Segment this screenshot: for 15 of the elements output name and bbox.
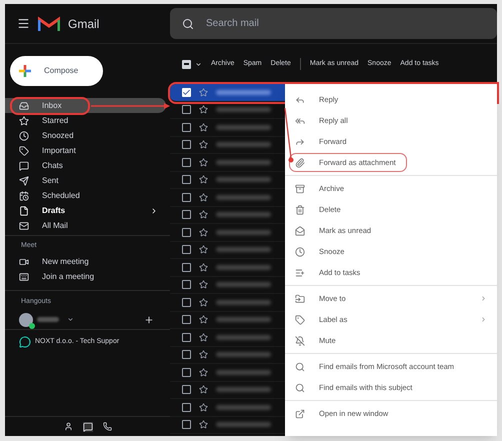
sidebar-item[interactable]: Sent — [5, 173, 166, 188]
app-name: Gmail — [68, 16, 100, 32]
compose-button[interactable]: Compose — [10, 56, 103, 86]
sidebar-item[interactable]: Scheduled — [5, 188, 166, 203]
sidebar-item[interactable]: All Mail — [5, 218, 166, 233]
sidebar-item[interactable]: Chats — [5, 158, 166, 173]
sidebar-item[interactable]: Important — [5, 143, 166, 158]
meet-item[interactable]: Join a meeting — [5, 270, 170, 284]
sidebar-item[interactable]: Drafts — [5, 203, 166, 218]
sidebar-item[interactable]: Snoozed — [5, 128, 166, 143]
meet-item[interactable]: New meeting — [5, 254, 170, 270]
sidebar-item[interactable]: Inbox — [5, 98, 166, 113]
search-input[interactable]: Search mail — [206, 16, 406, 31]
search-field[interactable]: Search mail — [170, 8, 497, 39]
sidebar-item[interactable]: Starred — [5, 113, 166, 128]
